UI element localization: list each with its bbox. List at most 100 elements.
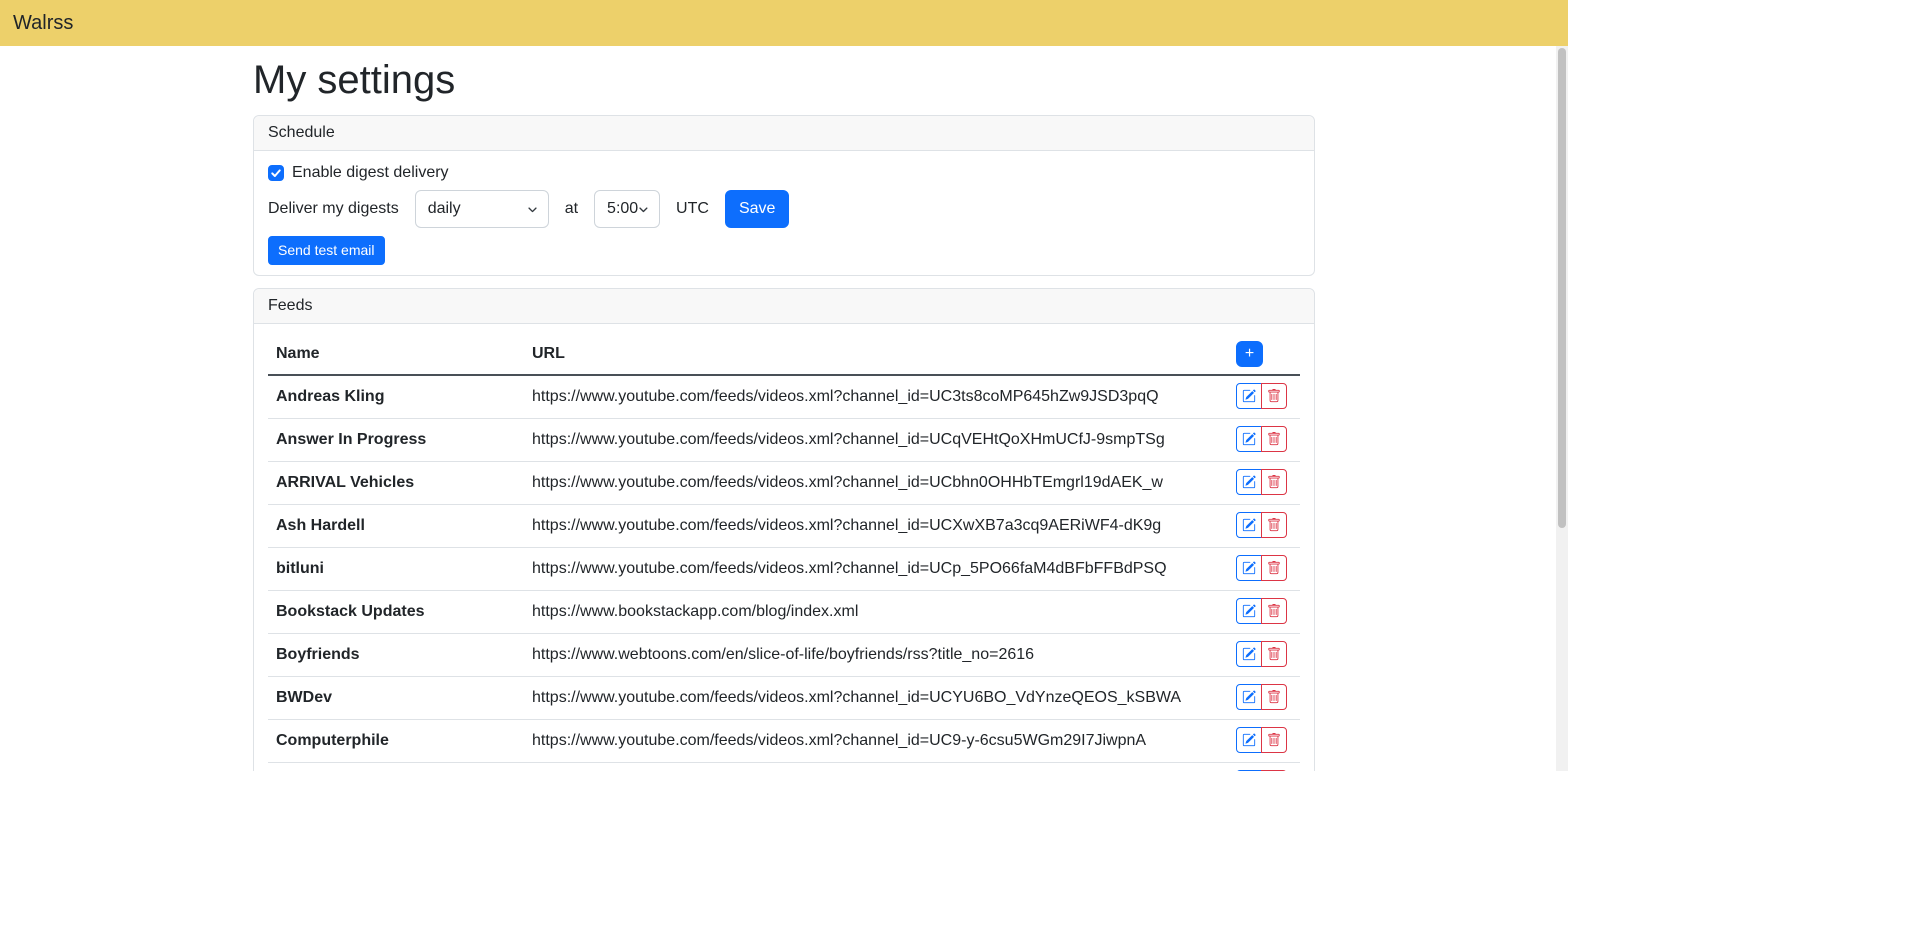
feeds-header-row: Name URL + bbox=[268, 334, 1300, 375]
feed-url: https://www.youtube.com/feeds/videos.xml… bbox=[524, 375, 1228, 419]
feeds-table-body: Andreas Kling https://www.youtube.com/fe… bbox=[268, 375, 1300, 771]
send-test-email-button[interactable]: Send test email bbox=[268, 236, 385, 265]
feed-url: https://www.youtube.com/feeds/videos.xml… bbox=[524, 462, 1228, 505]
trash-icon bbox=[1267, 733, 1281, 747]
edit-feed-button[interactable] bbox=[1236, 512, 1262, 538]
pencil-square-icon bbox=[1242, 475, 1256, 489]
edit-feed-button[interactable] bbox=[1236, 469, 1262, 495]
feed-actions bbox=[1228, 419, 1300, 462]
chevron-down-icon bbox=[638, 204, 649, 215]
pencil-square-icon bbox=[1242, 733, 1256, 747]
column-header-actions: + bbox=[1228, 334, 1300, 375]
edit-feed-button[interactable] bbox=[1236, 770, 1262, 771]
feed-row: Bookstack Updates https://www.bookstacka… bbox=[268, 591, 1300, 634]
feed-name: Computerphile bbox=[268, 720, 524, 763]
edit-feed-button[interactable] bbox=[1236, 641, 1262, 667]
feed-actions bbox=[1228, 720, 1300, 763]
page-title: My settings bbox=[253, 58, 1315, 103]
main-content: My settings Schedule Enable digest deliv… bbox=[253, 46, 1315, 771]
feed-actions bbox=[1228, 505, 1300, 548]
delete-feed-button[interactable] bbox=[1261, 469, 1287, 495]
feed-actions bbox=[1228, 677, 1300, 720]
trash-icon bbox=[1267, 518, 1281, 532]
time-value: 5:00 bbox=[607, 200, 638, 218]
trash-icon bbox=[1267, 475, 1281, 489]
deliver-label: Deliver my digests bbox=[268, 200, 399, 218]
chevron-down-icon bbox=[527, 204, 538, 215]
feeds-table: Name URL + Andreas Kling https://www.you… bbox=[268, 334, 1300, 771]
desktop-canvas: Walrss My settings Schedule Enable diges… bbox=[0, 0, 1916, 941]
feed-row: Fireship https://www.youtube.com/feeds/v… bbox=[268, 763, 1300, 772]
delete-feed-button[interactable] bbox=[1261, 684, 1287, 710]
schedule-card: Schedule Enable digest delivery Deliver … bbox=[253, 115, 1315, 276]
feed-url: https://www.youtube.com/feeds/videos.xml… bbox=[524, 763, 1228, 772]
trash-icon bbox=[1267, 690, 1281, 704]
timezone-label: UTC bbox=[676, 200, 709, 218]
enable-digest-row: Enable digest delivery bbox=[268, 161, 1300, 185]
feed-row: Andreas Kling https://www.youtube.com/fe… bbox=[268, 375, 1300, 419]
feed-actions-group bbox=[1236, 641, 1287, 667]
scrollbar[interactable] bbox=[1556, 46, 1568, 771]
trash-icon bbox=[1267, 389, 1281, 403]
delete-feed-button[interactable] bbox=[1261, 512, 1287, 538]
feed-name: Fireship bbox=[268, 763, 524, 772]
feed-row: Computerphile https://www.youtube.com/fe… bbox=[268, 720, 1300, 763]
feed-actions-group bbox=[1236, 512, 1287, 538]
pencil-square-icon bbox=[1242, 518, 1256, 532]
feed-actions-group bbox=[1236, 727, 1287, 753]
schedule-card-header: Schedule bbox=[254, 116, 1314, 151]
save-button[interactable]: Save bbox=[725, 190, 789, 228]
pencil-square-icon bbox=[1242, 432, 1256, 446]
frequency-value: daily bbox=[428, 200, 461, 218]
feed-actions-group bbox=[1236, 598, 1287, 624]
delete-feed-button[interactable] bbox=[1261, 383, 1287, 409]
feed-actions-group bbox=[1236, 770, 1287, 771]
edit-feed-button[interactable] bbox=[1236, 598, 1262, 624]
time-select[interactable]: 5:00 bbox=[594, 190, 660, 228]
feed-name: Answer In Progress bbox=[268, 419, 524, 462]
feed-name: Bookstack Updates bbox=[268, 591, 524, 634]
delete-feed-button[interactable] bbox=[1261, 770, 1287, 771]
delete-feed-button[interactable] bbox=[1261, 555, 1287, 581]
check-icon bbox=[270, 167, 282, 179]
frequency-select[interactable]: daily bbox=[415, 190, 549, 228]
delete-feed-button[interactable] bbox=[1261, 641, 1287, 667]
pencil-square-icon bbox=[1242, 604, 1256, 618]
feed-row: bitluni https://www.youtube.com/feeds/vi… bbox=[268, 548, 1300, 591]
edit-feed-button[interactable] bbox=[1236, 383, 1262, 409]
edit-feed-button[interactable] bbox=[1236, 727, 1262, 753]
feed-name: ARRIVAL Vehicles bbox=[268, 462, 524, 505]
feed-url: https://www.webtoons.com/en/slice-of-lif… bbox=[524, 634, 1228, 677]
trash-icon bbox=[1267, 561, 1281, 575]
pencil-square-icon bbox=[1242, 561, 1256, 575]
edit-feed-button[interactable] bbox=[1236, 426, 1262, 452]
feed-name: BWDev bbox=[268, 677, 524, 720]
enable-digest-label[interactable]: Enable digest delivery bbox=[292, 164, 449, 182]
scrollbar-thumb[interactable] bbox=[1558, 48, 1566, 528]
column-header-url: URL bbox=[524, 334, 1228, 375]
delete-feed-button[interactable] bbox=[1261, 598, 1287, 624]
pencil-square-icon bbox=[1242, 389, 1256, 403]
trash-icon bbox=[1267, 432, 1281, 446]
feed-actions-group bbox=[1236, 469, 1287, 495]
feed-name: Boyfriends bbox=[268, 634, 524, 677]
edit-feed-button[interactable] bbox=[1236, 684, 1262, 710]
delete-feed-button[interactable] bbox=[1261, 727, 1287, 753]
feed-name: Ash Hardell bbox=[268, 505, 524, 548]
brand-link[interactable]: Walrss bbox=[13, 12, 73, 35]
schedule-card-body: Enable digest delivery Deliver my digest… bbox=[254, 151, 1314, 275]
pencil-square-icon bbox=[1242, 647, 1256, 661]
edit-feed-button[interactable] bbox=[1236, 555, 1262, 581]
enable-digest-checkbox[interactable] bbox=[268, 165, 284, 181]
delete-feed-button[interactable] bbox=[1261, 426, 1287, 452]
feed-actions bbox=[1228, 548, 1300, 591]
app-header: Walrss bbox=[0, 0, 1568, 46]
feed-url: https://www.youtube.com/feeds/videos.xml… bbox=[524, 505, 1228, 548]
feed-url: https://www.youtube.com/feeds/videos.xml… bbox=[524, 677, 1228, 720]
add-feed-button[interactable]: + bbox=[1236, 341, 1263, 367]
deliver-row: Deliver my digests daily at 5:00 UTC Sav… bbox=[268, 190, 1300, 228]
feed-name: Andreas Kling bbox=[268, 375, 524, 419]
feed-actions bbox=[1228, 375, 1300, 419]
feed-actions bbox=[1228, 591, 1300, 634]
feed-actions bbox=[1228, 634, 1300, 677]
